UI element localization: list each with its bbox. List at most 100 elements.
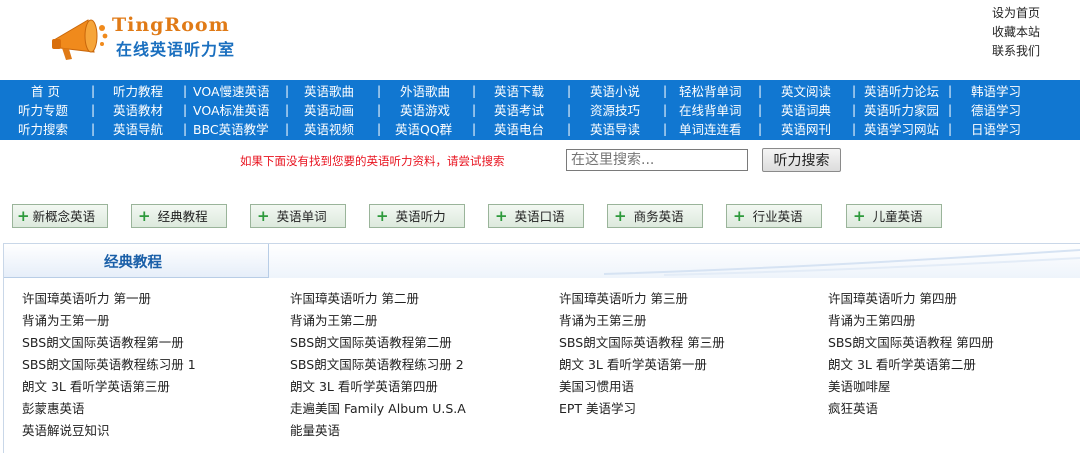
panel-header: 经典教程 bbox=[4, 244, 1080, 278]
nav-link[interactable]: 英语QQ群 bbox=[395, 120, 452, 139]
category-label: 行业英语 bbox=[752, 209, 803, 224]
nav-link[interactable]: BBC英语教学 bbox=[193, 120, 269, 139]
course-link[interactable]: 背诵为王第四册 bbox=[828, 313, 916, 329]
category-button[interactable]: + 经典教程 bbox=[131, 204, 227, 228]
course-link[interactable]: 美语咖啡屋 bbox=[828, 379, 891, 395]
nav-link[interactable]: 英语视频 bbox=[304, 120, 354, 139]
category-button[interactable]: + 行业英语 bbox=[726, 204, 822, 228]
search-hint-text: 如果下面没有找到您要的英语听力资料，请尝试搜索 bbox=[240, 154, 505, 168]
nav-link[interactable]: 英语导航 bbox=[113, 120, 163, 139]
course-link[interactable]: 背诵为王第一册 bbox=[22, 313, 110, 329]
nav-separator: | bbox=[377, 103, 382, 117]
nav-separator: | bbox=[91, 122, 96, 136]
nav-separator: | bbox=[472, 84, 477, 98]
nav-link[interactable]: 听力搜索 bbox=[18, 120, 68, 139]
nav-link[interactable]: 英语教材 bbox=[113, 101, 163, 120]
brand-name-en: TingRoom bbox=[112, 14, 230, 36]
nav-link[interactable]: 首 页 bbox=[31, 82, 60, 101]
nav-link[interactable]: 英语歌曲 bbox=[304, 82, 354, 101]
course-link[interactable]: 朗文 3L 看听学英语第三册 bbox=[22, 379, 170, 395]
nav-link[interactable]: 听力专题 bbox=[18, 101, 68, 120]
contact-us-link[interactable]: 联系我们 bbox=[992, 42, 1040, 61]
course-link[interactable]: 许国璋英语听力 第四册 bbox=[828, 291, 957, 307]
course-link[interactable]: 许国璋英语听力 第二册 bbox=[290, 291, 419, 307]
nav-link[interactable]: 英语电台 bbox=[494, 120, 544, 139]
site-logo[interactable]: TingRoom 在线英语听力室 bbox=[48, 6, 248, 66]
nav-link[interactable]: 德语学习 bbox=[971, 101, 1021, 120]
category-button[interactable]: + 商务英语 bbox=[607, 204, 703, 228]
nav-separator: | bbox=[377, 84, 382, 98]
panel-tab[interactable]: 经典教程 bbox=[4, 244, 269, 278]
nav-separator: | bbox=[91, 103, 96, 117]
course-link[interactable]: 彭蒙惠英语 bbox=[22, 401, 85, 417]
course-link[interactable]: 许国璋英语听力 第三册 bbox=[559, 291, 688, 307]
course-link[interactable]: 英语解说豆知识 bbox=[22, 423, 110, 439]
bookmark-site-link[interactable]: 收藏本站 bbox=[992, 23, 1040, 42]
category-label: 英语口语 bbox=[514, 209, 565, 224]
nav-separator: | bbox=[663, 122, 668, 136]
nav-link[interactable]: 外语歌曲 bbox=[400, 82, 450, 101]
course-link[interactable]: 美国习惯用语 bbox=[559, 379, 634, 395]
course-link[interactable]: SBS朗文国际英语教程第二册 bbox=[290, 335, 452, 351]
nav-link[interactable]: VOA标准英语 bbox=[193, 101, 270, 120]
course-link[interactable]: SBS朗文国际英语教程 第四册 bbox=[828, 335, 994, 351]
course-link[interactable]: 背诵为王第三册 bbox=[559, 313, 647, 329]
plus-icon: + bbox=[614, 207, 627, 225]
nav-link[interactable]: 英语下载 bbox=[494, 82, 544, 101]
nav-link[interactable]: 英语网刊 bbox=[781, 120, 831, 139]
nav-separator: | bbox=[183, 122, 188, 136]
category-label: 商务英语 bbox=[633, 209, 684, 224]
course-link[interactable]: SBS朗文国际英语教程第一册 bbox=[22, 335, 184, 351]
category-label: 经典教程 bbox=[157, 209, 208, 224]
category-button[interactable]: + 儿童英语 bbox=[846, 204, 942, 228]
nav-separator: | bbox=[285, 84, 290, 98]
course-link[interactable]: 许国璋英语听力 第一册 bbox=[22, 291, 151, 307]
nav-link[interactable]: 英语考试 bbox=[494, 101, 544, 120]
category-button[interactable]: + 英语口语 bbox=[488, 204, 584, 228]
main-nav: 首 页 | 听力教程 | VOA慢速英语 | 英语歌曲 | 外语歌曲 | 英语下… bbox=[0, 80, 1080, 140]
nav-link[interactable]: 英语听力论坛 bbox=[864, 82, 939, 101]
nav-link[interactable]: 韩语学习 bbox=[971, 82, 1021, 101]
header-decoration bbox=[604, 249, 1080, 276]
nav-separator: | bbox=[285, 103, 290, 117]
nav-link[interactable]: VOA慢速英语 bbox=[193, 82, 270, 101]
nav-link[interactable]: 英语词典 bbox=[781, 101, 831, 120]
course-link[interactable]: SBS朗文国际英语教程 第三册 bbox=[559, 335, 725, 351]
course-link[interactable]: 朗文 3L 看听学英语第二册 bbox=[828, 357, 976, 373]
course-link[interactable]: EPT 美语学习 bbox=[559, 401, 636, 417]
nav-link[interactable]: 单词连连看 bbox=[679, 120, 742, 139]
course-link[interactable]: 背诵为王第二册 bbox=[290, 313, 378, 329]
category-button[interactable]: + 英语单词 bbox=[250, 204, 346, 228]
megaphone-icon bbox=[52, 19, 108, 60]
course-link[interactable]: 疯狂英语 bbox=[828, 401, 878, 417]
category-button[interactable]: + 新概念英语 bbox=[12, 204, 108, 228]
nav-link[interactable]: 英语学习网站 bbox=[864, 120, 939, 139]
course-link[interactable]: 走遍美国 Family Album U.S.A bbox=[290, 401, 466, 417]
nav-separator: | bbox=[663, 84, 668, 98]
course-link[interactable]: 朗文 3L 看听学英语第四册 bbox=[290, 379, 438, 395]
nav-separator: | bbox=[948, 103, 953, 117]
nav-link[interactable]: 英语小说 bbox=[590, 82, 640, 101]
nav-link[interactable]: 英语游戏 bbox=[400, 101, 450, 120]
course-link[interactable]: 能量英语 bbox=[290, 423, 340, 439]
search-button[interactable]: 听力搜索 bbox=[762, 148, 841, 172]
nav-link[interactable]: 听力教程 bbox=[113, 82, 163, 101]
nav-row: 听力专题 | 英语教材 | VOA标准英语 | 英语动画 | 英语游戏 | 英语… bbox=[0, 101, 1080, 120]
category-button[interactable]: + 英语听力 bbox=[369, 204, 465, 228]
search-input[interactable] bbox=[566, 149, 748, 171]
nav-link[interactable]: 英语导读 bbox=[590, 120, 640, 139]
course-link[interactable]: SBS朗文国际英语教程练习册 1 bbox=[22, 357, 196, 373]
nav-separator: | bbox=[852, 103, 857, 117]
nav-link[interactable]: 英文阅读 bbox=[781, 82, 831, 101]
nav-separator: | bbox=[472, 103, 477, 117]
nav-link[interactable]: 日语学习 bbox=[971, 120, 1021, 139]
course-link[interactable]: 朗文 3L 看听学英语第一册 bbox=[559, 357, 707, 373]
nav-link[interactable]: 轻松背单词 bbox=[679, 82, 742, 101]
nav-link[interactable]: 在线背单词 bbox=[679, 101, 742, 120]
nav-link[interactable]: 英语听力家园 bbox=[864, 101, 939, 120]
course-link[interactable]: SBS朗文国际英语教程练习册 2 bbox=[290, 357, 464, 373]
set-homepage-link[interactable]: 设为首页 bbox=[992, 4, 1040, 23]
nav-link[interactable]: 英语动画 bbox=[304, 101, 354, 120]
nav-link[interactable]: 资源技巧 bbox=[590, 101, 640, 120]
nav-separator: | bbox=[758, 103, 763, 117]
